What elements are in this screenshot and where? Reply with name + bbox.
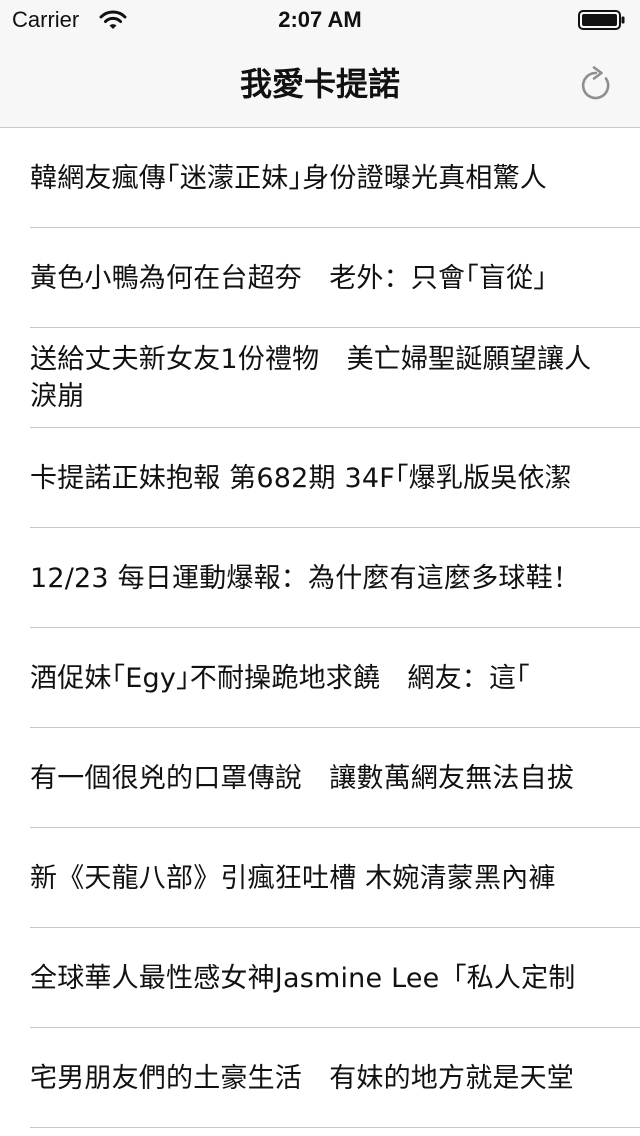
refresh-button[interactable] [572, 60, 620, 108]
article-title: 黃色小鴨為何在台超夯 老外：只會｢盲從｣ [30, 262, 547, 294]
page-title: 我愛卡提諾 [239, 65, 400, 103]
list-item[interactable]: 12/23 每日運動爆報：為什麼有這麼多球鞋！ [0, 528, 640, 628]
list-item[interactable]: 全球華人最性感女神Jasmine Lee「私人定制 [0, 928, 640, 1028]
article-title: 送給丈夫新女友1份禮物 美亡婦聖誕願望讓人淚崩 [30, 344, 592, 412]
article-title: 新《天龍八部》引瘋狂吐槽 木婉清蒙黑內褲 [30, 862, 556, 894]
status-bar: Carrier 2:07 AM [0, 0, 640, 40]
article-title: 卡提諾正妹抱報 第682期 34F｢爆乳版吳依潔 [30, 462, 572, 494]
article-title: 宅男朋友們的土豪生活 有妹的地方就是天堂 [30, 1062, 574, 1094]
list-item[interactable]: 黃色小鴨為何在台超夯 老外：只會｢盲從｣ [0, 228, 640, 328]
refresh-icon [581, 66, 610, 100]
article-title: 韓網友瘋傳｢迷濛正妹｣身份證曝光真相驚人 [30, 162, 547, 194]
list-item[interactable]: 新《天龍八部》引瘋狂吐槽 木婉清蒙黑內褲 [0, 828, 640, 928]
navigation-bar: 我愛卡提諾 [0, 40, 640, 128]
article-title: 全球華人最性感女神Jasmine Lee「私人定制 [30, 962, 576, 994]
list-item[interactable]: 送給丈夫新女友1份禮物 美亡婦聖誕願望讓人淚崩 [0, 328, 640, 428]
list-item[interactable]: 宅男朋友們的土豪生活 有妹的地方就是天堂 [0, 1028, 640, 1128]
article-title: 酒促妹｢Egy｣不耐操跪地求饒 網友：這｢ [30, 662, 530, 694]
battery-icon [578, 10, 625, 30]
list-item[interactable]: 酒促妹｢Egy｣不耐操跪地求饒 網友：這｢ [0, 628, 640, 728]
list-item[interactable]: 卡提諾正妹抱報 第682期 34F｢爆乳版吳依潔 [0, 428, 640, 528]
status-time: 2:07 AM [278, 7, 362, 32]
article-title: 有一個很兇的口罩傳說 讓數萬網友無法自拔 [30, 762, 574, 794]
article-title: 12/23 每日運動爆報：為什麼有這麼多球鞋！ [30, 562, 580, 594]
article-list: 韓網友瘋傳｢迷濛正妹｣身份證曝光真相驚人 黃色小鴨為何在台超夯 老外：只會｢盲從… [0, 128, 640, 1128]
list-item[interactable]: 有一個很兇的口罩傳說 讓數萬網友無法自拔 [0, 728, 640, 828]
list-item[interactable]: 韓網友瘋傳｢迷濛正妹｣身份證曝光真相驚人 [0, 128, 640, 228]
